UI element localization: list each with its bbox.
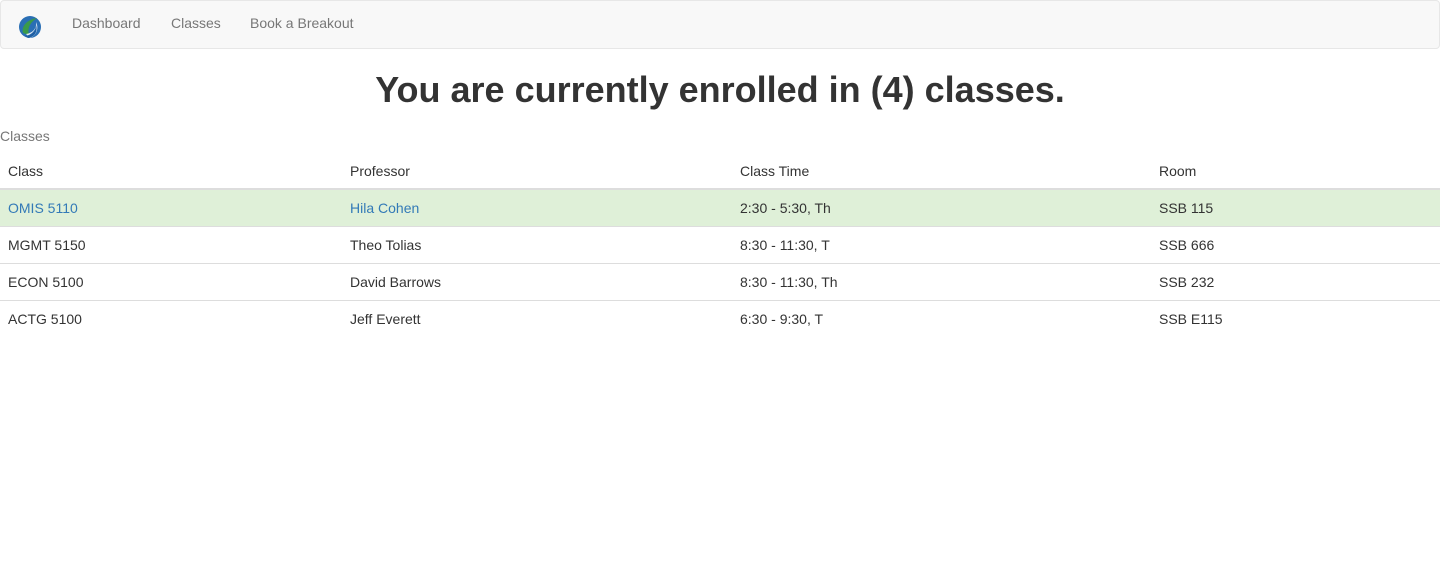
professor-link[interactable]: Hila Cohen — [350, 200, 419, 216]
table-row: MGMT 5150 Theo Tolias 8:30 - 11:30, T SS… — [0, 226, 1440, 264]
classes-table: Class Professor Class Time Room OMIS 511… — [0, 154, 1440, 337]
cell-class: MGMT 5150 — [0, 226, 342, 264]
class-link[interactable]: OMIS 5110 — [8, 200, 78, 216]
table-row: ECON 5100 David Barrows 8:30 - 11:30, Th… — [0, 263, 1440, 301]
cell-class: OMIS 5110 — [0, 189, 342, 227]
table-row: ACTG 5100 Jeff Everett 6:30 - 9:30, T SS… — [0, 301, 1440, 338]
cell-class: ECON 5100 — [0, 263, 342, 301]
cell-professor: Hila Cohen — [342, 189, 732, 227]
cell-room: SSB 232 — [1151, 263, 1440, 301]
table-caption: Classes — [0, 128, 50, 144]
cell-class: ACTG 5100 — [8, 311, 82, 327]
header-professor: Professor — [342, 154, 732, 190]
cell-class-time: 8:30 - 11:30, Th — [732, 263, 1151, 301]
table-header-row: Class Professor Class Time Room — [0, 154, 1440, 190]
header-class: Class — [0, 154, 342, 190]
nav-link-classes[interactable]: Classes — [171, 1, 221, 48]
page-title: You are currently enrolled in (4) classe… — [375, 69, 1065, 110]
cell-professor: Theo Tolias — [342, 226, 732, 264]
nav-link-book-a-breakout[interactable]: Book a Breakout — [250, 1, 354, 48]
brand-logo-icon[interactable] — [17, 13, 43, 41]
cell-professor: David Barrows — [342, 263, 732, 301]
cell-class-time: 6:30 - 9:30, T — [740, 311, 824, 327]
top-navbar: Dashboard Classes Book a Breakout — [0, 0, 1440, 49]
cell-professor: Jeff Everett — [350, 311, 421, 327]
s-logo-icon — [19, 16, 41, 38]
cell-class-time: 2:30 - 5:30, Th — [732, 189, 1151, 227]
cell-room: SSB 666 — [1151, 226, 1440, 264]
cell-class-time: 8:30 - 11:30, T — [732, 226, 1151, 264]
nav-link-dashboard[interactable]: Dashboard — [72, 1, 141, 48]
header-room: Room — [1151, 154, 1440, 190]
table-row: OMIS 5110 Hila Cohen 2:30 - 5:30, Th SSB… — [0, 189, 1440, 227]
cell-room: SSB E115 — [1159, 311, 1223, 327]
header-class-time: Class Time — [732, 154, 1151, 190]
cell-room: SSB 115 — [1151, 189, 1440, 227]
